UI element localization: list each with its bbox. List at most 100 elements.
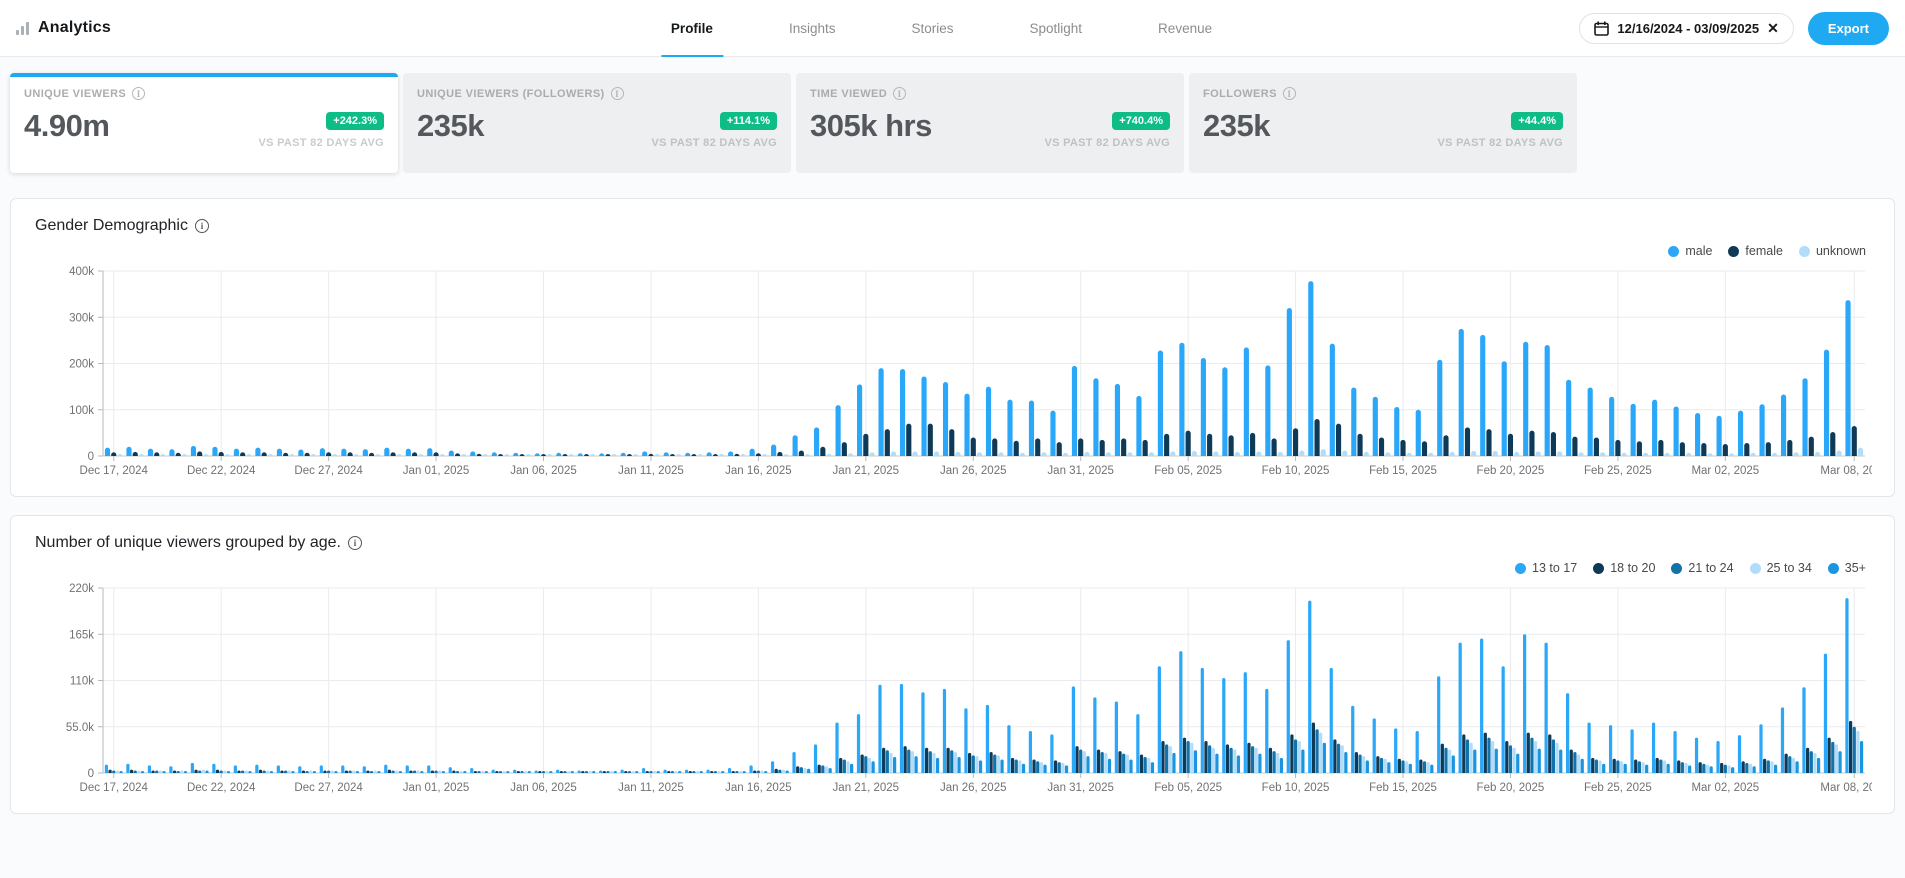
legend-label: 25 to 34: [1767, 561, 1812, 575]
legend-dot-icon: [1728, 246, 1739, 257]
card-label: UNIQUE VIEWERS (FOLLOWERS): [417, 88, 605, 100]
tab-spotlight[interactable]: Spotlight: [1026, 0, 1087, 57]
svg-text:Jan 26, 2025: Jan 26, 2025: [940, 782, 1007, 794]
svg-text:200k: 200k: [69, 359, 94, 371]
legend-label: 35+: [1845, 561, 1866, 575]
svg-text:Mar 08, 2025: Mar 08, 2025: [1820, 782, 1872, 794]
svg-text:Feb 20, 2025: Feb 20, 2025: [1477, 465, 1545, 477]
legend-item-female[interactable]: female: [1728, 244, 1783, 258]
calendar-icon: [1594, 21, 1609, 36]
svg-text:Dec 22, 2024: Dec 22, 2024: [187, 782, 256, 794]
app-title: Analytics: [38, 19, 111, 37]
gender-panel-title: Gender Demographic: [35, 217, 188, 235]
card-value: 235k: [417, 108, 484, 144]
card-change-badge: +114.1%: [720, 112, 777, 130]
stat-card-unique-viewers-followers[interactable]: UNIQUE VIEWERS (FOLLOWERS) i 235k +114.1% VS…: [403, 73, 791, 173]
svg-text:Feb 15, 2025: Feb 15, 2025: [1369, 465, 1437, 477]
card-label: UNIQUE VIEWERS: [24, 88, 126, 100]
age-demographic-panel: Number of unique viewers grouped by age.…: [10, 515, 1895, 814]
legend-item-unknown[interactable]: unknown: [1799, 244, 1866, 258]
legend-dot-icon: [1593, 563, 1604, 574]
card-change-badge: +740.4%: [1112, 112, 1170, 130]
svg-text:110k: 110k: [70, 676, 94, 688]
legend-label: 18 to 20: [1610, 561, 1655, 575]
svg-text:Jan 11, 2025: Jan 11, 2025: [618, 782, 684, 794]
legend-item-25-to-34[interactable]: 25 to 34: [1750, 561, 1812, 575]
svg-text:Jan 21, 2025: Jan 21, 2025: [833, 782, 900, 794]
app-brand: Analytics: [16, 19, 111, 37]
age-bar-chart: 055.0k110k165k220kDec 17, 2024Dec 22, 20…: [35, 580, 1872, 798]
gender-bar-chart: 0100k200k300k400kDec 17, 2024Dec 22, 202…: [35, 263, 1872, 481]
card-value: 4.90m: [24, 108, 109, 144]
tab-stories[interactable]: Stories: [907, 0, 957, 57]
svg-text:Feb 25, 2025: Feb 25, 2025: [1584, 782, 1652, 794]
legend-item-13-to-17[interactable]: 13 to 17: [1515, 561, 1577, 575]
svg-text:Dec 27, 2024: Dec 27, 2024: [294, 782, 363, 794]
info-icon[interactable]: i: [1283, 87, 1296, 100]
info-icon[interactable]: i: [132, 87, 145, 100]
svg-text:Mar 02, 2025: Mar 02, 2025: [1691, 465, 1759, 477]
card-label: FOLLOWERS: [1203, 88, 1277, 100]
svg-text:Feb 20, 2025: Feb 20, 2025: [1477, 782, 1545, 794]
card-comparison-label: VS PAST 82 DAYS AVG: [651, 137, 777, 149]
card-label: TIME VIEWED: [810, 88, 887, 100]
svg-text:Feb 25, 2025: Feb 25, 2025: [1584, 465, 1652, 477]
svg-text:Jan 31, 2025: Jan 31, 2025: [1047, 782, 1114, 794]
legend-label: 21 to 24: [1688, 561, 1733, 575]
legend-dot-icon: [1799, 246, 1810, 257]
legend-dot-icon: [1828, 563, 1839, 574]
info-icon[interactable]: i: [611, 87, 624, 100]
legend-item-35+[interactable]: 35+: [1828, 561, 1866, 575]
legend-label: female: [1745, 244, 1783, 258]
legend-dot-icon: [1515, 563, 1526, 574]
svg-text:220k: 220k: [69, 583, 94, 595]
card-comparison-label: VS PAST 82 DAYS AVG: [258, 137, 384, 149]
svg-text:Jan 01, 2025: Jan 01, 2025: [403, 782, 470, 794]
svg-text:Jan 16, 2025: Jan 16, 2025: [725, 782, 792, 794]
info-icon[interactable]: i: [348, 536, 362, 550]
svg-text:Mar 02, 2025: Mar 02, 2025: [1691, 782, 1759, 794]
svg-text:Jan 26, 2025: Jan 26, 2025: [940, 465, 1007, 477]
age-panel-title: Number of unique viewers grouped by age.: [35, 534, 341, 552]
svg-text:Feb 10, 2025: Feb 10, 2025: [1262, 782, 1330, 794]
tab-revenue[interactable]: Revenue: [1154, 0, 1216, 57]
legend-dot-icon: [1671, 563, 1682, 574]
stat-card-unique-viewers[interactable]: UNIQUE VIEWERS i 4.90m +242.3% VS PAST 82 DA…: [10, 73, 398, 173]
stat-card-followers[interactable]: FOLLOWERSi235k+44.4%VS PAST 82 DAYS AVG: [1189, 73, 1577, 173]
info-icon[interactable]: i: [893, 87, 906, 100]
svg-text:Dec 17, 2024: Dec 17, 2024: [80, 465, 149, 477]
svg-text:Jan 11, 2025: Jan 11, 2025: [618, 465, 684, 477]
svg-text:0: 0: [88, 768, 94, 780]
card-change-badge: +242.3%: [326, 112, 384, 130]
legend-item-18-to-20[interactable]: 18 to 20: [1593, 561, 1655, 575]
svg-text:100k: 100k: [69, 405, 94, 417]
svg-text:300k: 300k: [69, 312, 94, 324]
tab-insights[interactable]: Insights: [785, 0, 840, 57]
age-legend: 13 to 17 18 to 20 21 to 24 25 to 34 35+: [35, 558, 1866, 578]
svg-text:Jan 01, 2025: Jan 01, 2025: [403, 465, 470, 477]
tab-profile[interactable]: Profile: [667, 0, 717, 57]
stat-card-time-viewed[interactable]: TIME VIEWED i 305k hrs +740.4% VS PAST 82 DA…: [796, 73, 1184, 173]
svg-text:Feb 05, 2025: Feb 05, 2025: [1154, 782, 1222, 794]
card-value: 305k hrs: [810, 108, 932, 144]
svg-text:Jan 06, 2025: Jan 06, 2025: [510, 782, 577, 794]
export-button[interactable]: Export: [1808, 12, 1889, 45]
svg-text:Feb 05, 2025: Feb 05, 2025: [1154, 465, 1222, 477]
svg-text:Jan 16, 2025: Jan 16, 2025: [725, 465, 792, 477]
info-icon[interactable]: i: [195, 219, 209, 233]
date-range-text: 12/16/2024 - 03/09/2025: [1617, 21, 1759, 36]
gender-demographic-panel: Gender Demographic i male female unknown 0…: [10, 198, 1895, 497]
analytics-logo-icon: [16, 21, 29, 35]
svg-text:Feb 15, 2025: Feb 15, 2025: [1369, 782, 1437, 794]
svg-text:Mar 08, 2025: Mar 08, 2025: [1820, 465, 1872, 477]
card-comparison-label: VS PAST 82 DAYS AVG: [1044, 137, 1170, 149]
svg-text:Feb 10, 2025: Feb 10, 2025: [1262, 465, 1330, 477]
legend-item-21-to-24[interactable]: 21 to 24: [1671, 561, 1733, 575]
date-range-picker[interactable]: 12/16/2024 - 03/09/2025 ✕: [1579, 13, 1793, 44]
top-bar: Analytics Profile Insights Stories Spotligh…: [0, 0, 1905, 57]
legend-label: male: [1685, 244, 1712, 258]
clear-date-icon[interactable]: ✕: [1767, 21, 1779, 35]
svg-text:400k: 400k: [69, 266, 94, 278]
svg-text:0: 0: [88, 451, 94, 463]
legend-item-male[interactable]: male: [1668, 244, 1712, 258]
